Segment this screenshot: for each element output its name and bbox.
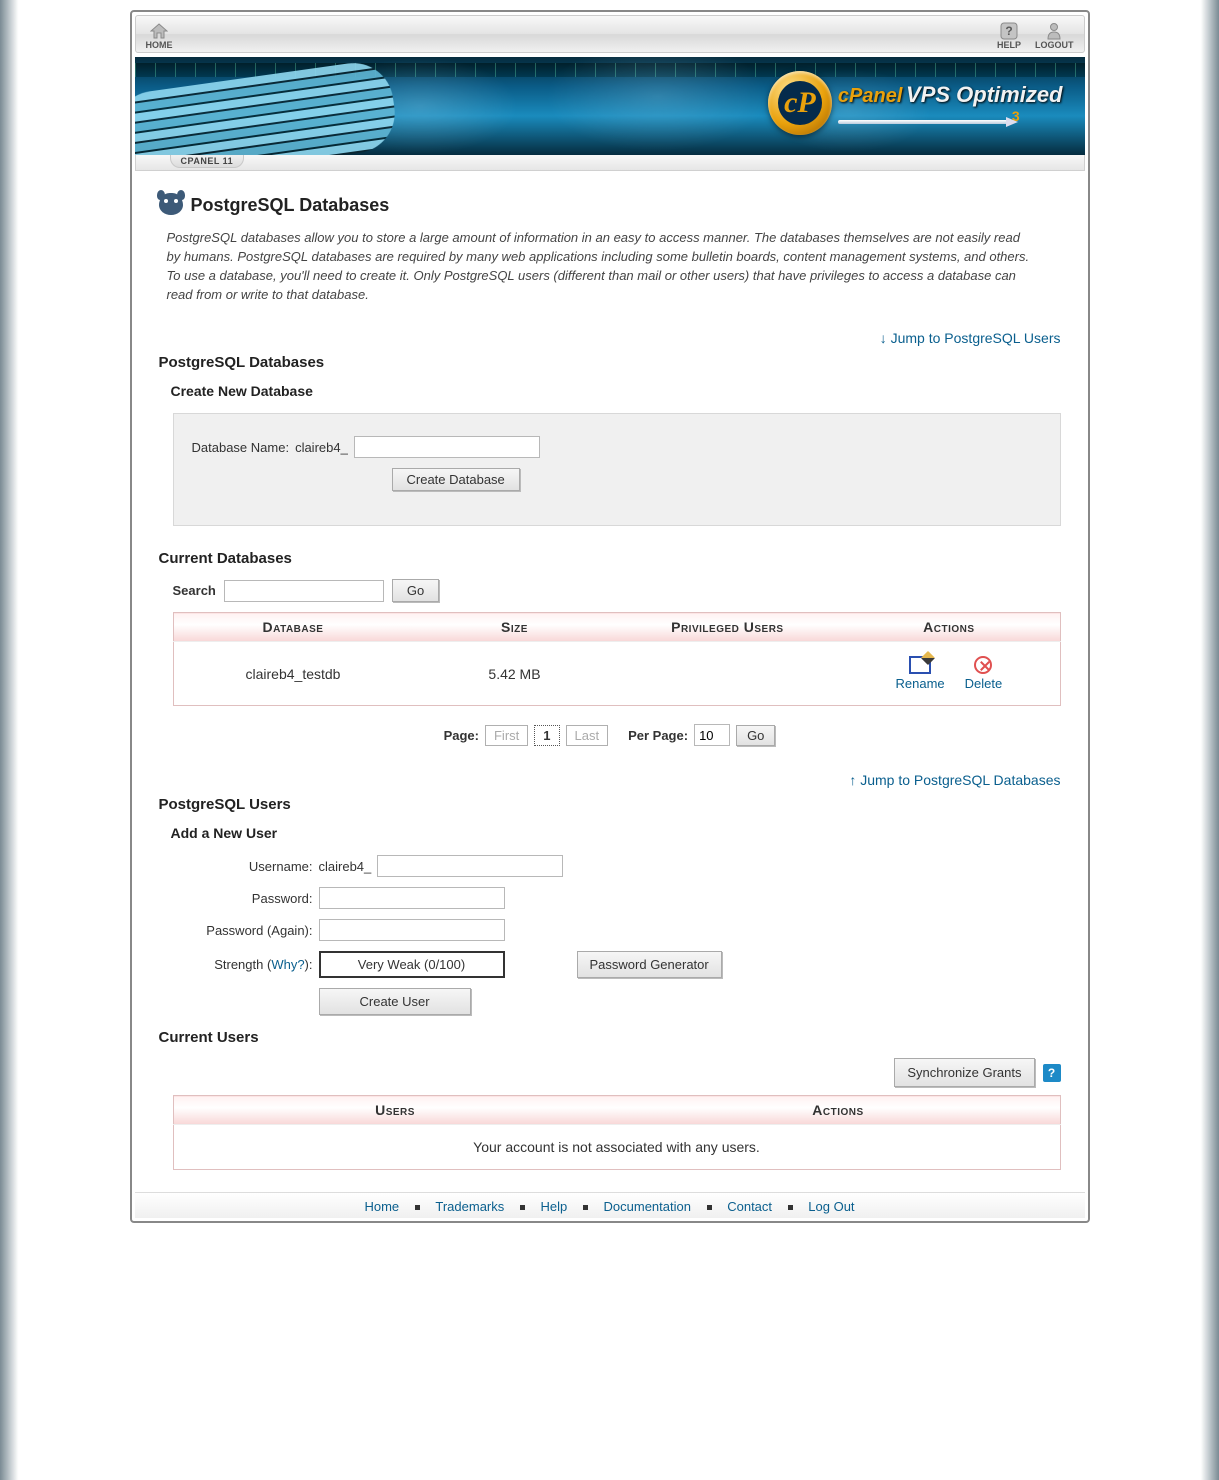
- home-button[interactable]: HOME: [146, 22, 173, 50]
- cell-db-size: 5.42 MB: [412, 642, 616, 706]
- username-prefix: claireb4_: [319, 859, 372, 874]
- col-database: Database: [173, 613, 412, 642]
- strength-indicator: Very Weak (0/100): [319, 951, 505, 978]
- page-label: Page:: [444, 728, 479, 743]
- footer-help-link[interactable]: Help: [541, 1199, 568, 1214]
- perpage-input[interactable]: [694, 724, 730, 746]
- home-icon: [150, 22, 168, 40]
- password-label: Password:: [173, 891, 313, 906]
- subsection-add-user: Add a New User: [171, 825, 1061, 841]
- top-toolbar: HOME ? HELP LOGOUT: [135, 15, 1085, 53]
- header-banner: cP cPanel VPS Optimized 3: [135, 57, 1085, 155]
- jump-to-databases-link[interactable]: ↑ Jump to PostgreSQL Databases: [849, 772, 1060, 788]
- delete-icon: [974, 656, 992, 674]
- strength-label: Strength (Why?):: [173, 957, 313, 972]
- cell-db-name: claireb4_testdb: [173, 642, 412, 706]
- search-input[interactable]: [224, 580, 384, 602]
- page-first-button[interactable]: First: [485, 725, 528, 746]
- col-size: Size: [412, 613, 616, 642]
- col-actions: Actions: [838, 613, 1060, 642]
- create-database-button[interactable]: Create Database: [392, 468, 520, 491]
- jump-to-users-link[interactable]: ↓ Jump to PostgreSQL Users: [880, 330, 1061, 346]
- home-label: HOME: [146, 40, 173, 50]
- section-postgresql-databases: PostgreSQL Databases: [159, 354, 1061, 371]
- perpage-label: Per Page:: [628, 728, 688, 743]
- page-intro: PostgreSQL databases allow you to store …: [167, 229, 1037, 304]
- pagination: Page: First 1 Last Per Page: Go: [159, 724, 1061, 746]
- sync-help-icon[interactable]: ?: [1043, 1064, 1061, 1082]
- table-row: Your account is not associated with any …: [173, 1125, 1060, 1170]
- subsection-create-database: Create New Database: [171, 383, 1061, 399]
- col-user-actions: Actions: [617, 1096, 1061, 1125]
- page-title: PostgreSQL Databases: [191, 195, 390, 216]
- footer-home-link[interactable]: Home: [364, 1199, 399, 1214]
- rename-icon: [909, 656, 931, 674]
- footer-logout-link[interactable]: Log Out: [808, 1199, 854, 1214]
- page-last-button[interactable]: Last: [566, 725, 609, 746]
- postgresql-icon: [159, 193, 183, 217]
- logout-label: LOGOUT: [1035, 40, 1074, 50]
- arrow-up-icon: ↑: [849, 772, 856, 788]
- users-table: Users Actions Your account is not associ…: [173, 1095, 1061, 1170]
- empty-users-message: Your account is not associated with any …: [173, 1125, 1060, 1170]
- help-icon: ?: [1000, 22, 1018, 40]
- rename-button[interactable]: Rename: [896, 656, 945, 691]
- section-postgresql-users: PostgreSQL Users: [159, 796, 1061, 813]
- cpanel-version-tab: CPANEL 11: [170, 155, 245, 168]
- logout-icon: [1045, 22, 1063, 40]
- create-user-button[interactable]: Create User: [319, 988, 471, 1015]
- database-name-input[interactable]: [354, 436, 540, 458]
- delete-button[interactable]: Delete: [965, 656, 1003, 691]
- header-product: VPS Optimized: [906, 82, 1062, 108]
- footer-documentation-link[interactable]: Documentation: [604, 1199, 691, 1214]
- footer: Home Trademarks Help Documentation Conta…: [135, 1192, 1085, 1218]
- database-name-label: Database Name:: [192, 440, 290, 455]
- arrow-down-icon: ↓: [880, 330, 887, 346]
- table-row: claireb4_testdb 5.42 MB Rename Delete: [173, 642, 1060, 706]
- help-label: HELP: [997, 40, 1021, 50]
- create-database-panel: Database Name: claireb4_ Create Database: [173, 413, 1061, 526]
- strength-why-link[interactable]: Why?: [271, 957, 304, 972]
- database-name-prefix: claireb4_: [295, 440, 348, 455]
- password-again-input[interactable]: [319, 919, 505, 941]
- password-again-label: Password (Again):: [173, 923, 313, 938]
- section-current-databases: Current Databases: [159, 550, 1061, 567]
- header-brand: cPanel: [838, 85, 902, 107]
- search-label: Search: [173, 583, 216, 598]
- password-generator-button[interactable]: Password Generator: [577, 951, 722, 978]
- cpanel-logo-icon: cP: [768, 71, 832, 135]
- perpage-go-button[interactable]: Go: [736, 725, 775, 746]
- svg-text:?: ?: [1005, 24, 1012, 38]
- logout-button[interactable]: LOGOUT: [1035, 22, 1074, 50]
- password-input[interactable]: [319, 887, 505, 909]
- col-privileged-users: Privileged Users: [616, 613, 838, 642]
- synchronize-grants-button[interactable]: Synchronize Grants: [894, 1058, 1034, 1087]
- page-current[interactable]: 1: [534, 725, 559, 746]
- cell-db-priv: [616, 642, 838, 706]
- section-current-users: Current Users: [159, 1029, 1061, 1046]
- help-button[interactable]: ? HELP: [997, 22, 1021, 50]
- footer-trademarks-link[interactable]: Trademarks: [435, 1199, 504, 1214]
- username-input[interactable]: [377, 855, 563, 877]
- footer-contact-link[interactable]: Contact: [727, 1199, 772, 1214]
- username-label: Username:: [173, 859, 313, 874]
- databases-table: Database Size Privileged Users Actions c…: [173, 612, 1061, 706]
- col-users: Users: [173, 1096, 617, 1125]
- breadcrumb-bar: CPANEL 11: [135, 155, 1085, 171]
- search-go-button[interactable]: Go: [392, 579, 439, 602]
